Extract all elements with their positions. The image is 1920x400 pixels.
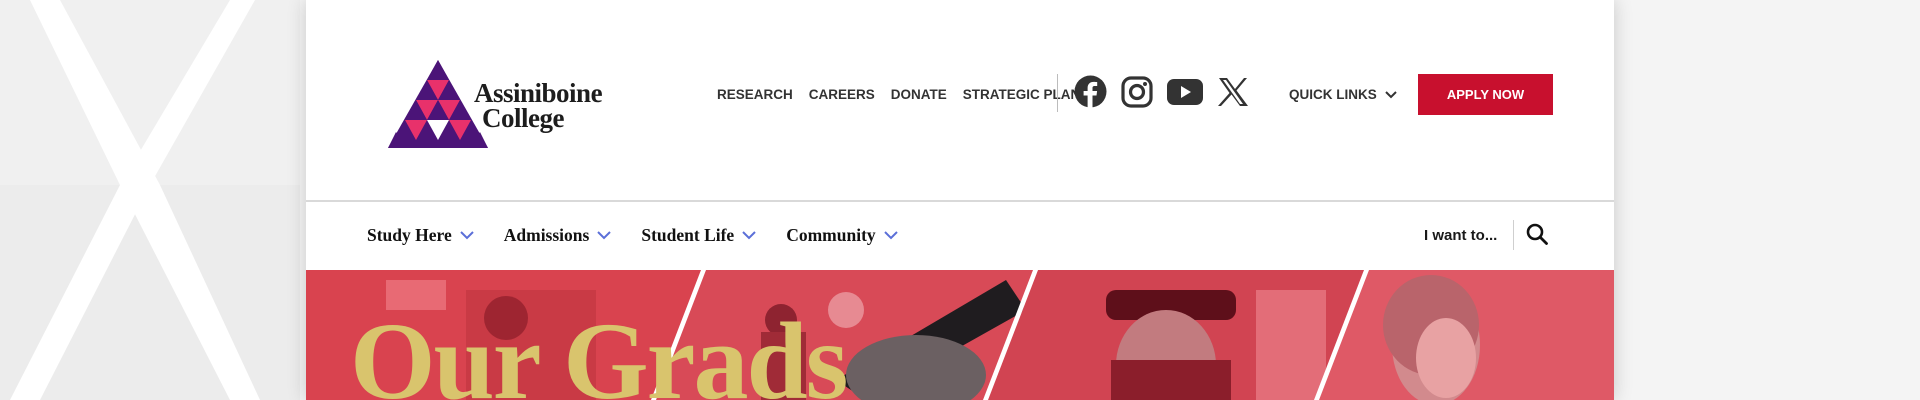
hero-banner: Our Grads [306,270,1614,400]
x-icon[interactable] [1217,77,1249,112]
utility-link-careers[interactable]: CAREERS [809,87,875,102]
main-nav: Study Here Admissions Student Life Commu… [367,225,898,246]
chevron-down-icon [460,231,474,240]
apply-now-button[interactable]: APPLY NOW [1418,74,1553,115]
quick-links-dropdown[interactable]: QUICK LINKS [1289,87,1397,102]
college-wordmark: Assiniboine College [474,80,603,133]
chevron-down-icon [1385,90,1397,98]
utility-nav: RESEARCH CAREERS DONATE STRATEGIC PLAN [717,87,1080,102]
nav-item-student-life[interactable]: Student Life [641,225,756,246]
triangle-logo-icon [388,60,488,148]
utility-divider [1057,74,1058,112]
quick-links-label: QUICK LINKS [1289,87,1377,102]
chevron-down-icon [742,231,756,240]
chevron-down-icon [597,231,612,240]
nav-item-community[interactable]: Community [786,225,898,246]
instagram-icon[interactable] [1121,75,1153,113]
i-want-to-dropdown[interactable]: I want to... [1424,227,1497,244]
chevron-down-icon [883,231,898,240]
nav-divider [1513,220,1514,250]
social-links [1074,75,1249,113]
hero-title: Our Grads [350,300,848,400]
search-icon [1526,223,1548,245]
utility-link-research[interactable]: RESEARCH [717,87,793,102]
wordmark-line2: College [482,103,564,133]
page-container: Assiniboine College RESEARCH CAREERS DON… [306,0,1614,400]
nav-item-admissions[interactable]: Admissions [504,225,612,246]
utility-link-donate[interactable]: DONATE [891,87,947,102]
nav-label: Student Life [641,225,735,245]
utility-link-strategic-plan[interactable]: STRATEGIC PLAN [963,87,1081,102]
search-button[interactable] [1526,223,1548,250]
nav-label: Community [786,225,876,245]
youtube-icon[interactable] [1167,78,1203,110]
nav-item-study-here[interactable]: Study Here [367,225,474,246]
facebook-icon[interactable] [1074,75,1107,113]
site-header: Assiniboine College RESEARCH CAREERS DON… [306,0,1614,202]
college-logo[interactable]: Assiniboine College [388,60,603,148]
nav-label: Study Here [367,225,452,245]
nav-label: Admissions [503,225,590,245]
